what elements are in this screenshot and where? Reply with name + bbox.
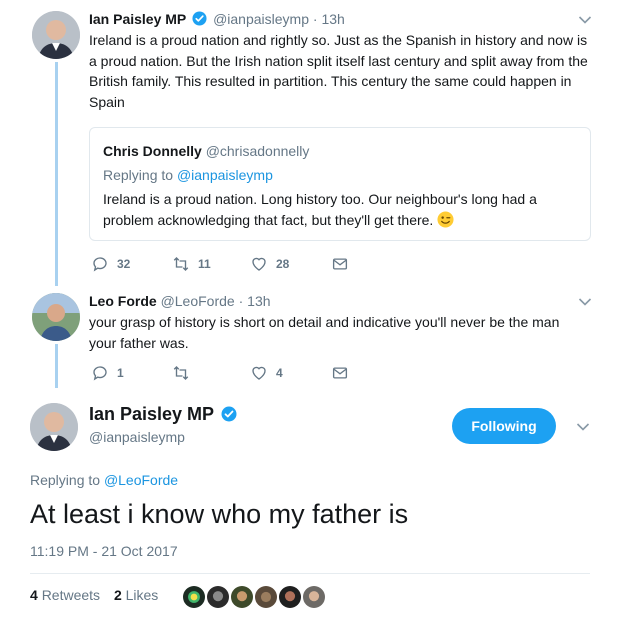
envelope-icon bbox=[332, 367, 348, 379]
reply-count: 1 bbox=[117, 366, 124, 380]
retweet-count: 11 bbox=[198, 257, 211, 271]
avatar[interactable] bbox=[32, 293, 80, 341]
avatar[interactable] bbox=[253, 584, 279, 610]
reply-count: 32 bbox=[117, 257, 131, 271]
retweet-button[interactable] bbox=[172, 363, 198, 383]
replying-to-handle[interactable]: @LeoForde bbox=[104, 472, 178, 488]
main-author-name[interactable]: Ian Paisley MP bbox=[89, 404, 239, 425]
avatar[interactable] bbox=[205, 584, 231, 610]
quoted-tweet[interactable]: Chris Donnelly @chrisadonnelly Replying … bbox=[89, 127, 591, 241]
author-handle[interactable]: @ianpaisleymp bbox=[213, 11, 309, 27]
quoted-tweet-text: Ireland is a proud nation. Long history … bbox=[103, 189, 573, 230]
main-tweet-text: At least i know who my father is bbox=[30, 499, 409, 529]
likes-count: 2 bbox=[113, 587, 122, 603]
replying-prefix: Replying to bbox=[30, 472, 101, 488]
tweet-time[interactable]: 13h bbox=[321, 11, 344, 27]
author-handle[interactable]: @LeoForde bbox=[161, 293, 235, 309]
author-name[interactable]: Ian Paisley MP bbox=[89, 11, 186, 27]
like-count: 4 bbox=[276, 366, 283, 380]
separator-dot: · bbox=[238, 293, 244, 309]
reply-button[interactable]: 1 bbox=[91, 363, 124, 383]
retweet-button[interactable]: 11 bbox=[172, 254, 211, 274]
following-button[interactable]: Following bbox=[452, 408, 556, 444]
heart-icon bbox=[252, 366, 266, 380]
quoted-author-name: Chris Donnelly bbox=[103, 143, 202, 159]
likes-label: Likes bbox=[125, 587, 159, 603]
retweets-count: 4 bbox=[30, 587, 38, 603]
retweet-icon bbox=[173, 257, 189, 271]
message-button[interactable] bbox=[331, 254, 357, 274]
retweets-stat[interactable]: 4 Retweets bbox=[30, 587, 100, 603]
avatar[interactable] bbox=[32, 11, 80, 59]
like-count: 28 bbox=[276, 257, 290, 271]
main-author-handle[interactable]: @ianpaisleymp bbox=[89, 429, 185, 445]
tweet-timestamp[interactable]: 11:19 PM - 21 Oct 2017 bbox=[30, 543, 178, 559]
message-button[interactable] bbox=[331, 363, 357, 383]
thread-line-lower bbox=[55, 344, 58, 388]
retweet-icon bbox=[173, 366, 189, 380]
winking-face-icon bbox=[437, 211, 454, 228]
like-button[interactable]: 4 bbox=[250, 363, 283, 383]
replying-to: Replying to @ianpaisleymp bbox=[103, 167, 273, 183]
verified-icon bbox=[221, 406, 237, 422]
tweet-header: Leo Forde @LeoForde · 13h bbox=[89, 292, 271, 310]
author-name[interactable]: Leo Forde bbox=[89, 293, 157, 309]
thread-line-upper bbox=[55, 62, 58, 286]
avatar[interactable] bbox=[181, 584, 207, 610]
quoted-text-content: Ireland is a proud nation. Long history … bbox=[103, 191, 537, 228]
separator-dot: · bbox=[312, 11, 318, 27]
heart-icon bbox=[252, 257, 266, 271]
chevron-down-icon[interactable] bbox=[578, 297, 592, 307]
tweet-time[interactable]: 13h bbox=[247, 293, 270, 309]
avatar[interactable] bbox=[229, 584, 255, 610]
like-button[interactable]: 28 bbox=[250, 254, 289, 274]
retweets-label: Retweets bbox=[41, 587, 101, 603]
tweet-header: Ian Paisley MP @ianpaisleymp · 13h bbox=[89, 10, 345, 28]
tweet-text: Ireland is a proud nation and rightly so… bbox=[89, 32, 588, 110]
reply-button[interactable]: 32 bbox=[91, 254, 130, 274]
tweet-actions: 1 4 bbox=[91, 363, 391, 383]
chevron-down-icon[interactable] bbox=[576, 422, 590, 432]
avatar[interactable] bbox=[30, 403, 78, 451]
replying-prefix: Replying to bbox=[103, 167, 174, 183]
divider bbox=[30, 573, 590, 574]
envelope-icon bbox=[332, 258, 348, 270]
avatar[interactable] bbox=[277, 584, 303, 610]
replying-to: Replying to @LeoForde bbox=[30, 472, 178, 488]
tweet-stats: 4 Retweets 2 Likes bbox=[30, 587, 168, 603]
main-author-name-text: Ian Paisley MP bbox=[89, 404, 214, 424]
tweet-actions: 32 11 28 bbox=[91, 254, 391, 274]
verified-icon bbox=[192, 11, 207, 26]
quoted-author-handle: @chrisadonnelly bbox=[205, 143, 310, 159]
reply-icon bbox=[93, 257, 107, 272]
avatar[interactable] bbox=[301, 584, 327, 610]
tweet-text: your grasp of history is short on detail… bbox=[89, 314, 560, 351]
chevron-down-icon[interactable] bbox=[578, 15, 592, 25]
reply-icon bbox=[93, 366, 107, 381]
likes-stat[interactable]: 2 Likes bbox=[114, 587, 158, 603]
replying-to-handle: @ianpaisleymp bbox=[176, 167, 273, 183]
